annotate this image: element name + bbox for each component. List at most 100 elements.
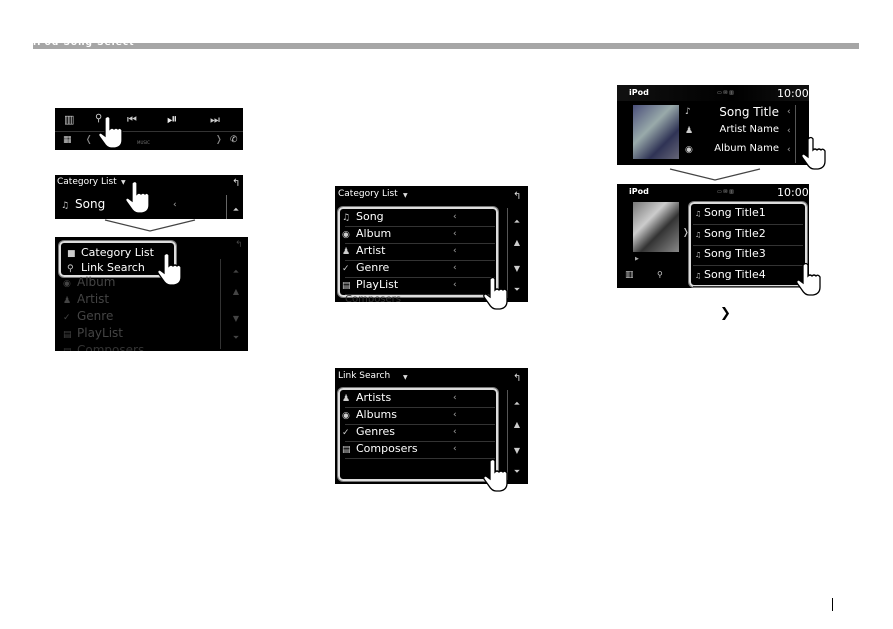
down-arrow-indicator	[669, 168, 761, 181]
scroll-bottom-icon[interactable]: ⏷	[511, 467, 523, 477]
equalizer-icon[interactable]: ▥	[64, 113, 74, 126]
chevron-icon: ‹	[453, 410, 457, 420]
dropdown-option-category-list[interactable]: ■ Category List	[67, 246, 154, 259]
list-item[interactable]: ✓ Genres	[342, 425, 395, 438]
status-icons: ▭ ✉ ▥	[717, 90, 734, 96]
play-pause-icon[interactable]: ⏯	[167, 112, 177, 127]
list-item[interactable]: ✓ Genre	[342, 261, 389, 274]
scroll-down-icon[interactable]: ▼	[511, 264, 523, 273]
track-info-0: Song Title	[719, 105, 779, 119]
chevron-icon: ‹	[453, 263, 457, 273]
partial-item-composers: Composers	[345, 294, 401, 302]
dropdown-arrow-icon[interactable]: ▼	[403, 192, 408, 199]
section-header-text: iPod Song Select	[33, 38, 135, 48]
down-arrow-indicator	[104, 219, 196, 232]
scroll-up-icon[interactable]: ▲	[511, 420, 523, 429]
scrollbar[interactable]	[226, 195, 227, 219]
list-title: Category List	[338, 189, 398, 199]
tap-hand-icon	[125, 180, 150, 214]
song-list-item[interactable]: ♫ Song Title2	[695, 227, 766, 240]
item-icon: ▤	[342, 445, 351, 455]
chevron-left-icon[interactable]: ❬	[85, 135, 93, 145]
list-title: Link Search	[338, 371, 391, 381]
chevron-icon: ‹	[453, 427, 457, 437]
list-item[interactable]: ♟ Artist	[342, 244, 385, 257]
chevron-right-icon[interactable]: ❭	[215, 135, 223, 145]
equalizer-icon[interactable]: ▥	[625, 270, 634, 280]
scroll-up-icon[interactable]: ▲	[511, 238, 523, 247]
list-item[interactable]: ♫ Song	[342, 210, 384, 223]
music-note-icon: ♫	[695, 210, 702, 218]
scroll-top-icon[interactable]: ⏶	[230, 205, 242, 215]
dropdown-arrow-icon[interactable]: ▼	[403, 374, 408, 381]
track-info-1: Artist Name	[719, 124, 779, 135]
list-item[interactable]: ◉ Album	[342, 227, 391, 240]
bg-item-artist: ♟ Artist	[63, 292, 110, 306]
back-icon[interactable]: ↰	[235, 240, 243, 250]
list-item[interactable]: ▤ PlayList	[342, 278, 398, 291]
music-note-icon: ♫	[61, 201, 70, 211]
scrollbar[interactable]	[220, 259, 221, 349]
search-icon[interactable]: ⚲	[657, 270, 663, 279]
list-item[interactable]: ◉ Albums	[342, 408, 397, 421]
item-icon: ♫	[342, 213, 351, 223]
song-list-item[interactable]: ♫ Song Title4	[695, 268, 766, 281]
back-icon[interactable]: ↰	[513, 191, 521, 202]
chevron-icon: ‹	[453, 444, 457, 454]
item-icon: ◉	[342, 411, 350, 421]
back-icon[interactable]: ↰	[513, 373, 521, 384]
chevron-icon: ‹	[173, 200, 177, 210]
scroll-down-icon[interactable]: ▼	[230, 314, 242, 323]
bg-item-album: ◉ Album	[63, 275, 116, 289]
tap-hand-icon	[796, 262, 821, 296]
music-note-icon: ♫	[695, 271, 702, 280]
back-icon[interactable]: ↰	[232, 178, 240, 189]
search-icon: ⚲	[67, 264, 74, 274]
list-item[interactable]: ▤ Composers	[342, 442, 418, 455]
chevron-icon: ‹	[453, 246, 457, 256]
list-item-song[interactable]: ♫ Song	[61, 197, 105, 211]
scroll-top-icon[interactable]: ⏶	[511, 399, 523, 409]
chevron-icon: ‹	[787, 126, 791, 136]
tap-hand-icon	[483, 458, 508, 492]
track-info-icon: ◉	[685, 145, 693, 155]
list-title: Category List	[57, 177, 117, 187]
music-note-icon: ♫	[695, 251, 702, 259]
album-art	[633, 105, 679, 159]
track-info-icon: ♟	[685, 126, 694, 136]
screen-ipod-playing: iPod ▭ ✉ ▥ 10:00 ♪ Song Title ‹ ♟ Artist …	[617, 85, 809, 165]
dropdown-option-link-search[interactable]: ⚲ Link Search	[67, 261, 145, 274]
phone-icon[interactable]: ✆	[230, 135, 238, 145]
item-icon: ♟	[342, 394, 351, 404]
inline-chevron-icon: ❯	[720, 306, 731, 321]
track-info-icon: ♪	[685, 107, 691, 117]
item-icon: ✓	[342, 428, 350, 438]
item-icon: ♟	[342, 247, 351, 257]
scroll-top-icon[interactable]: ⏶	[230, 267, 242, 277]
screen-control-bar: ▥ ⚲ ⏮ ⏯ ⏭ ▦ ❬ MUSIC ❭ ✆	[55, 108, 243, 150]
song-list-item[interactable]: ♫ Song Title3	[695, 247, 766, 260]
prev-track-icon[interactable]: ⏮	[127, 113, 137, 127]
next-track-icon[interactable]: ⏭	[210, 113, 220, 127]
status-icons: ▭ ✉ ▥	[717, 189, 734, 195]
scroll-bottom-icon[interactable]: ⏷	[230, 333, 242, 343]
section-header-bar	[33, 43, 859, 49]
music-note-icon: ♫	[695, 230, 702, 239]
song-list-item[interactable]: ♫ Song Title1	[695, 206, 766, 219]
scroll-top-icon[interactable]: ⏶	[511, 217, 523, 227]
menu-grid-icon[interactable]: ▦	[63, 135, 72, 145]
list-item[interactable]: ♟ Artists	[342, 391, 391, 404]
bg-item-playlist: ▤ PlayList	[63, 326, 124, 340]
scroll-down-icon[interactable]: ▼	[511, 446, 523, 455]
tap-hand-icon	[157, 252, 182, 286]
bg-item-genre: ✓ Genre	[63, 309, 114, 323]
scroll-bottom-icon[interactable]: ⏷	[511, 285, 523, 295]
tap-hand-icon	[483, 276, 508, 310]
clock: 10:00	[777, 87, 809, 100]
folder-icon: ■	[67, 249, 76, 259]
bg-item-composers: ▤Composers	[63, 343, 145, 351]
source-title: iPod	[629, 88, 649, 97]
scroll-up-icon[interactable]: ▲	[230, 287, 242, 296]
chevron-icon: ‹	[787, 107, 791, 117]
track-info-2: Album Name	[714, 143, 779, 154]
